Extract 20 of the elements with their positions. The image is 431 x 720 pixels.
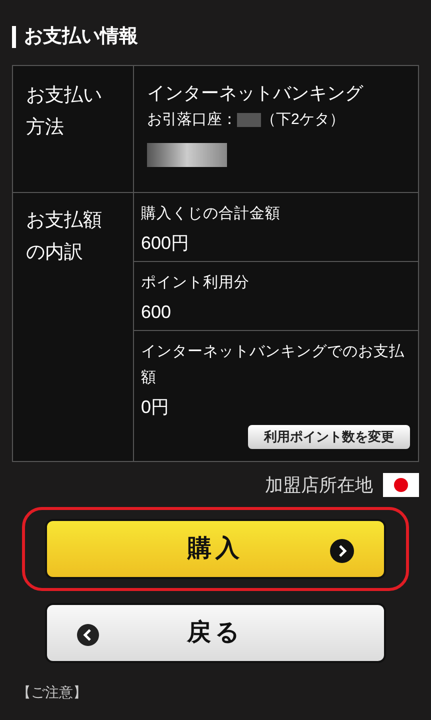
merchant-location-label: 加盟店所在地 bbox=[265, 474, 373, 496]
account-label: お引落口座： bbox=[147, 110, 237, 130]
amount-label: インターネットバンキングでのお支払額 bbox=[141, 342, 406, 388]
account-suffix: （下2ケタ） bbox=[261, 110, 344, 130]
payment-method: インターネットバンキング bbox=[147, 82, 364, 104]
row-header: お支払い方法 bbox=[13, 66, 134, 192]
amount-value: 600 bbox=[141, 300, 172, 324]
purchase-button[interactable]: 購入 bbox=[45, 518, 386, 578]
change-points-button[interactable]: 利用ポイント数を変更 bbox=[248, 424, 410, 448]
redacted-block bbox=[237, 112, 261, 127]
amount-label: 購入くじの合計金額 bbox=[141, 204, 282, 224]
row-header: お支払額の内訳 bbox=[13, 192, 134, 460]
amount-value: 600円 bbox=[141, 232, 190, 254]
amount-label: ポイント利用分 bbox=[141, 272, 250, 292]
heading-bar bbox=[12, 26, 16, 48]
notes-heading: 【ご注意】 bbox=[16, 682, 88, 700]
japan-flag-icon bbox=[383, 473, 419, 497]
back-button[interactable]: 戻る bbox=[45, 602, 386, 662]
section-title: お支払い情報 bbox=[24, 25, 138, 49]
amount-value: 0円 bbox=[141, 396, 170, 418]
